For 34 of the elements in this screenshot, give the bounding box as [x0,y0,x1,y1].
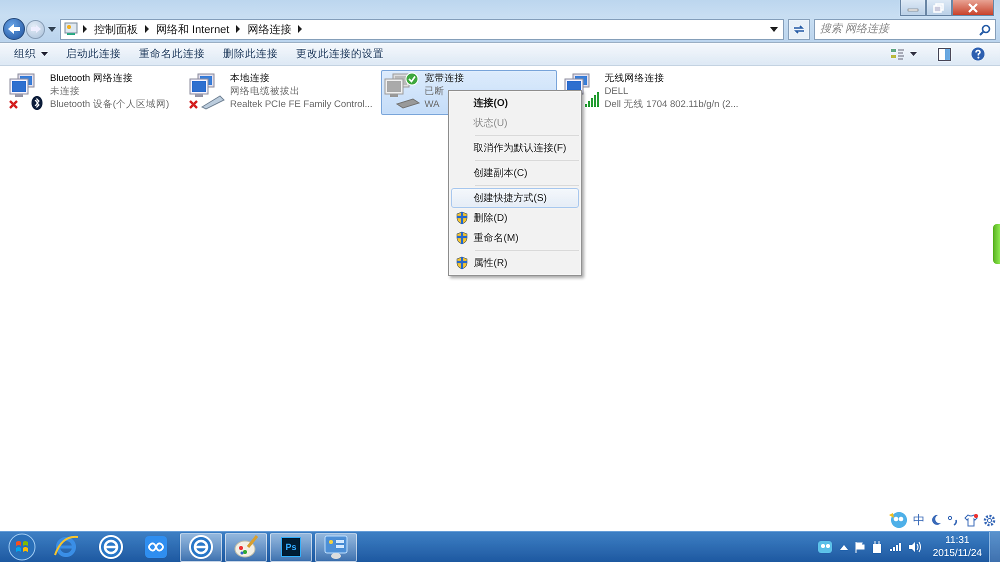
input-mode-label[interactable]: 中 [913,512,925,528]
clock[interactable]: 11:31 2015/11/24 [932,534,982,560]
network-connection[interactable]: Bluetooth 网络连接 未连接 Bluetooth 设备(个人区域网) [6,70,182,115]
connection-name: Bluetooth 网络连接 [50,72,134,85]
connection-name: 宽带连接 [424,72,465,85]
device-name: Realtek PCIe FE Family Control... [230,98,373,111]
connection-status: 已断 [424,85,446,98]
menu-item[interactable]: 重命名(M) [450,228,579,248]
connection-status: 未连接 [50,85,81,98]
network-connection[interactable]: 本地连接 网络电缆被拔出 Realtek PCIe FE Family Control... [186,70,377,115]
taskbar-app[interactable]: Ps [270,532,312,562]
menu-item[interactable]: 取消作为默认连接(F) [450,138,579,158]
toolbar-button[interactable]: 重命名此连接 [131,44,213,64]
connection-name: 本地连接 [230,72,271,85]
menu-item[interactable]: 删除(D) [450,208,579,228]
toolbar-button[interactable]: 删除此连接 [215,44,286,64]
organize-menu-button[interactable]: 组织 [6,44,56,64]
address-bar[interactable]: 控制面板 网络和 Internet 网络连接 [60,18,784,40]
breadcrumb-item[interactable]: 网络连接 [247,22,292,36]
toolbar-button[interactable]: 更改此连接的设置 [288,44,392,64]
breadcrumb-item[interactable]: 控制面板 [94,22,138,36]
connection-name: 无线网络连接 [604,72,666,85]
connection-status: DELL [604,85,630,98]
menu-item[interactable]: 创建快捷方式(S) [450,188,579,208]
connection-status: 网络电缆被拔出 [230,85,301,98]
device-name: Bluetooth 设备(个人区域网) [50,98,170,111]
device-name: Dell 无线 1704 802.11b/g/n (2... [604,98,738,111]
menu-item[interactable]: 属性(R) [450,253,579,273]
menu-item[interactable]: 创建副本(C) [450,163,579,183]
breadcrumb-item[interactable]: 网络和 Internet [156,22,230,36]
photoshop-icon: Ps [281,537,301,557]
search-field[interactable]: 搜索 网络连接 [814,18,996,40]
device-name: WA [424,98,440,111]
toolbar-button[interactable]: 启动此连接 [58,44,129,64]
